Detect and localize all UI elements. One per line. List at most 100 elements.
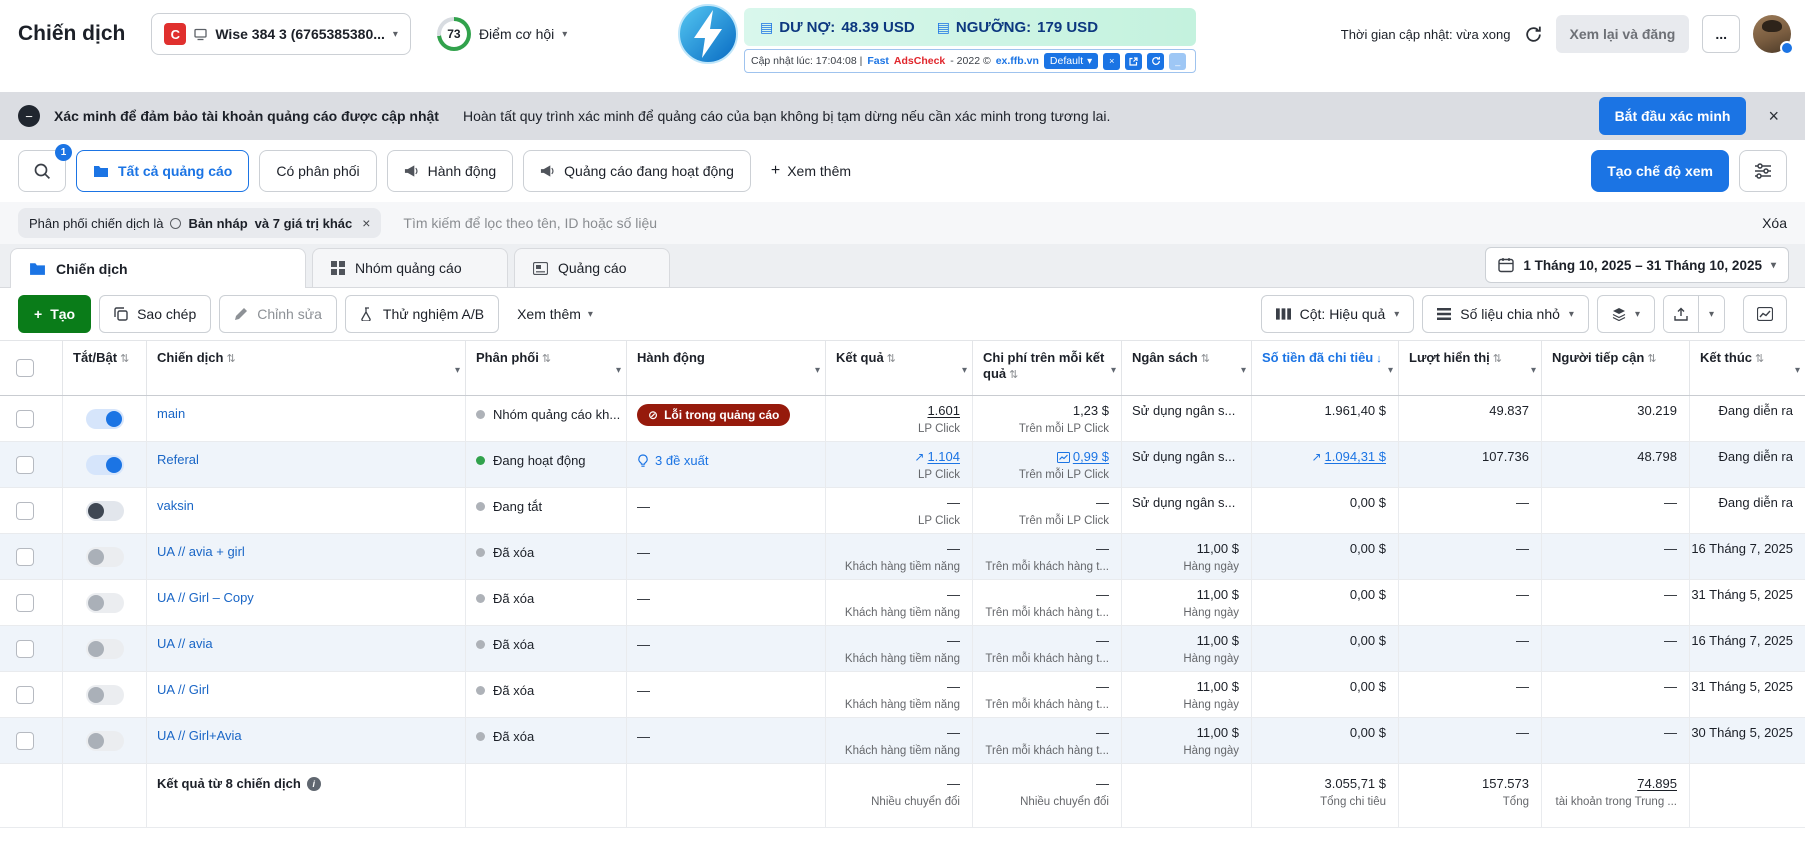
result-value[interactable]: 1.104 bbox=[927, 449, 960, 465]
cpr-value[interactable]: 1,23 $ bbox=[1073, 403, 1109, 419]
chevron-down-icon[interactable]: ▾ bbox=[1531, 363, 1536, 379]
start-verification-button[interactable]: Bắt đầu xác minh bbox=[1598, 97, 1747, 135]
result-value[interactable]: — bbox=[947, 633, 960, 649]
row-checkbox[interactable] bbox=[16, 501, 34, 520]
columns-button[interactable]: Cột: Hiệu quả ▾ bbox=[1260, 295, 1415, 333]
campaign-toggle[interactable] bbox=[85, 454, 124, 475]
popout-icon[interactable] bbox=[1125, 52, 1143, 70]
export-button[interactable] bbox=[1663, 296, 1698, 332]
chevron-down-icon[interactable]: ▾ bbox=[815, 363, 820, 379]
charts-button[interactable] bbox=[1743, 295, 1787, 333]
view-settings-button[interactable] bbox=[1739, 150, 1787, 192]
campaign-toggle[interactable] bbox=[85, 546, 124, 567]
info-icon[interactable]: i bbox=[306, 777, 321, 791]
tab-adsets[interactable]: Nhóm quảng cáo bbox=[312, 248, 508, 287]
opportunity-score[interactable]: 73 Điểm cơ hội ▾ bbox=[436, 17, 567, 51]
col-impressions[interactable]: Lượt hiển thị ⇅ ▾ bbox=[1399, 341, 1542, 395]
campaign-name-link[interactable]: main bbox=[157, 406, 185, 421]
result-value[interactable]: — bbox=[947, 679, 960, 695]
campaign-toggle[interactable] bbox=[85, 684, 124, 705]
row-checkbox[interactable] bbox=[16, 731, 34, 750]
col-toggle[interactable]: Tắt/Bật ⇅ bbox=[63, 341, 147, 395]
spent-value[interactable]: 0,00 $ bbox=[1350, 725, 1386, 741]
delivery-filter-chip[interactable]: Phân phối chiến dịch là Bản nháp và 7 gi… bbox=[18, 208, 382, 238]
row-checkbox[interactable] bbox=[16, 639, 34, 658]
filter-tab-all-ads[interactable]: Tất cả quảng cáo bbox=[76, 150, 250, 192]
tab-campaigns[interactable]: Chiến dịch bbox=[10, 248, 306, 288]
breakdown-button[interactable]: Số liệu chia nhỏ ▾ bbox=[1422, 295, 1589, 333]
col-reach[interactable]: Người tiếp cận ⇅ bbox=[1542, 341, 1690, 395]
col-action[interactable]: Hành động ▾ bbox=[627, 341, 826, 395]
chevron-down-icon[interactable]: ▾ bbox=[962, 363, 967, 379]
create-campaign-button[interactable]: + Tạo bbox=[18, 295, 92, 333]
result-value[interactable]: — bbox=[947, 587, 960, 603]
suggestions-link[interactable]: 3 đề xuất bbox=[637, 453, 709, 468]
default-dropdown[interactable]: Default ▾ bbox=[1043, 53, 1099, 69]
row-checkbox[interactable] bbox=[16, 593, 34, 612]
campaign-name-link[interactable]: Referal bbox=[157, 452, 199, 467]
review-publish-button[interactable]: Xem lại và đăng bbox=[1555, 15, 1690, 53]
error-badge[interactable]: ⊘ Lỗi trong quảng cáo bbox=[637, 404, 791, 426]
create-view-button[interactable]: Tạo chế độ xem bbox=[1591, 150, 1729, 192]
adscheck-domain[interactable]: ex.ffb.vn bbox=[996, 55, 1039, 67]
spent-value[interactable]: 0,00 $ bbox=[1350, 495, 1386, 511]
profile-avatar[interactable] bbox=[1753, 15, 1794, 55]
spent-value[interactable]: 0,00 $ bbox=[1350, 541, 1386, 557]
ab-test-button[interactable]: Thử nghiệm A/B bbox=[344, 295, 500, 333]
result-value[interactable]: — bbox=[947, 725, 960, 741]
result-value[interactable]: — bbox=[947, 541, 960, 557]
spent-value[interactable]: 0,00 $ bbox=[1350, 633, 1386, 649]
select-all-checkbox[interactable] bbox=[16, 359, 34, 377]
row-checkbox[interactable] bbox=[16, 409, 34, 428]
row-checkbox[interactable] bbox=[16, 455, 34, 474]
cpr-value[interactable]: — bbox=[1096, 725, 1109, 741]
col-results[interactable]: Kết quả ⇅ ▾ bbox=[826, 341, 973, 395]
refresh-icon[interactable] bbox=[1147, 52, 1165, 70]
table-search-input[interactable]: Tìm kiếm để lọc theo tên, ID hoặc số liệ… bbox=[403, 215, 1740, 231]
campaign-toggle[interactable] bbox=[85, 592, 124, 613]
cpr-value[interactable]: — bbox=[1096, 541, 1109, 557]
chevron-down-icon[interactable]: ▾ bbox=[455, 363, 460, 379]
campaign-toggle[interactable] bbox=[85, 408, 124, 429]
campaign-name-link[interactable]: UA // Girl bbox=[157, 682, 209, 697]
more-options-button[interactable]: ... bbox=[1702, 15, 1740, 53]
edit-button[interactable]: Chỉnh sửa bbox=[219, 295, 337, 333]
close-icon[interactable]: × bbox=[1103, 52, 1121, 70]
chevron-down-icon[interactable]: ▾ bbox=[1241, 363, 1246, 379]
spent-value[interactable]: 0,00 $ bbox=[1350, 587, 1386, 603]
tab-ads[interactable]: Quảng cáo bbox=[514, 248, 670, 287]
col-cost-per-result[interactable]: Chi phí trên mỗi kết quả ⇅ ▾ bbox=[973, 341, 1122, 395]
chevron-down-icon[interactable]: ▾ bbox=[1111, 363, 1116, 379]
campaign-toggle[interactable] bbox=[85, 500, 124, 521]
export-options-button[interactable]: ▾ bbox=[1697, 296, 1724, 332]
col-delivery[interactable]: Phân phối ⇅ ▾ bbox=[466, 341, 627, 395]
campaign-name-link[interactable]: UA // avia + girl bbox=[157, 544, 245, 559]
row-checkbox[interactable] bbox=[16, 547, 34, 566]
more-actions-button[interactable]: Xem thêm ▾ bbox=[507, 306, 603, 322]
cpr-value[interactable]: 0,99 $ bbox=[1073, 449, 1109, 465]
campaign-name-link[interactable]: UA // Girl – Copy bbox=[157, 590, 254, 605]
col-campaign[interactable]: Chiến dịch ⇅ ▾ bbox=[147, 341, 466, 395]
filter-tab-active-ads[interactable]: Quảng cáo đang hoạt động bbox=[523, 150, 751, 192]
campaign-name-link[interactable]: vaksin bbox=[157, 498, 194, 513]
col-end-date[interactable]: Kết thúc ⇅ ▾ bbox=[1690, 341, 1805, 395]
account-selector[interactable]: C Wise 384 3 (6765385380... ▾ bbox=[151, 13, 411, 55]
chevron-down-icon[interactable]: ▾ bbox=[1388, 363, 1393, 379]
campaign-toggle[interactable] bbox=[85, 730, 124, 751]
result-value[interactable]: 1.601 bbox=[927, 403, 960, 419]
campaign-name-link[interactable]: UA // avia bbox=[157, 636, 213, 651]
clear-filters-button[interactable]: Xóa bbox=[1762, 215, 1787, 231]
cpr-value[interactable]: — bbox=[1096, 679, 1109, 695]
cpr-value[interactable]: — bbox=[1096, 633, 1109, 649]
result-value[interactable]: — bbox=[947, 495, 960, 511]
filter-tab-had-delivery[interactable]: Có phân phối bbox=[259, 150, 377, 192]
search-button[interactable]: 1 bbox=[18, 144, 72, 192]
spent-value[interactable]: 1.094,31 $ bbox=[1325, 449, 1386, 465]
minimize-icon[interactable]: _ bbox=[1169, 52, 1187, 70]
close-icon[interactable]: × bbox=[1760, 106, 1787, 127]
chevron-down-icon[interactable]: ▾ bbox=[616, 363, 621, 379]
duplicate-button[interactable]: Sao chép bbox=[99, 295, 212, 333]
row-checkbox[interactable] bbox=[16, 685, 34, 704]
filter-tab-actions[interactable]: Hành động bbox=[386, 150, 514, 192]
cpr-value[interactable]: — bbox=[1096, 587, 1109, 603]
